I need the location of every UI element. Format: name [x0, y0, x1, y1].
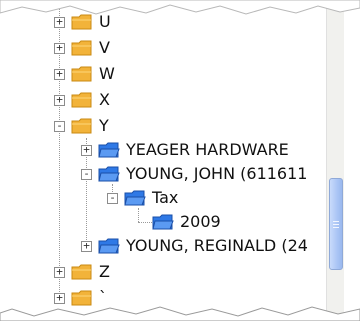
blue-folder-icon [152, 214, 174, 230]
tree-item-label: Tax [152, 188, 179, 207]
tree-item-label: X [99, 90, 110, 109]
tree-item-label: 2009 [180, 212, 221, 231]
tree-item-label: YOUNG, JOHN (611611 [126, 164, 308, 183]
grip-line [333, 227, 339, 228]
tree-item-label: Y [99, 116, 109, 135]
expand-toggle[interactable]: + [54, 292, 65, 304]
blue-folder-icon [98, 238, 120, 254]
tree-item-young-john[interactable]: - YOUNG, JOHN (611611 [81, 162, 307, 186]
tree-item-yeager-hardware[interactable]: + YEAGER HARDWARE [81, 138, 289, 162]
tree-item-label: V [99, 38, 110, 57]
tree-guide-line [138, 222, 152, 223]
yellow-folder-icon [71, 264, 92, 280]
scrollbar-thumb[interactable] [329, 178, 343, 270]
tree-item-tax[interactable]: - Tax [107, 186, 178, 210]
folder-tree: + U + V + W + X - Y + YEAGER HARDWARE - … [16, 0, 326, 321]
tree-item-label: U [99, 12, 111, 31]
tree-guide-line [138, 208, 139, 222]
tree-item-2009[interactable]: 2009 [152, 210, 221, 234]
tree-item-x[interactable]: + X [54, 88, 110, 112]
tree-item-label: Z [99, 262, 110, 281]
tree-item-label: YEAGER HARDWARE [126, 140, 289, 159]
grip-line [333, 224, 339, 225]
tree-item-u[interactable]: + U [54, 10, 111, 34]
expand-toggle[interactable]: + [54, 266, 65, 278]
tree-panel: + U + V + W + X - Y + YEAGER HARDWARE - … [16, 0, 344, 321]
expand-toggle[interactable]: + [81, 240, 92, 252]
grip-line [333, 221, 339, 222]
tree-item-label: ` [99, 288, 107, 307]
collapse-toggle[interactable]: - [107, 192, 118, 204]
expand-toggle[interactable]: + [81, 144, 92, 156]
yellow-folder-icon [71, 66, 92, 82]
tree-item-w[interactable]: + W [54, 62, 115, 86]
expand-toggle[interactable]: + [54, 42, 65, 54]
tree-item-label: YOUNG, REGINALD (24 [126, 236, 308, 255]
vertical-scrollbar[interactable] [326, 0, 344, 321]
yellow-folder-icon [71, 118, 92, 134]
blue-folder-icon [98, 166, 120, 182]
tree-item-backtick[interactable]: + ` [54, 286, 107, 310]
tree-item-v[interactable]: + V [54, 36, 110, 60]
yellow-folder-icon [71, 40, 92, 56]
collapse-toggle[interactable]: - [54, 120, 65, 132]
tree-item-z[interactable]: + Z [54, 260, 110, 284]
yellow-folder-icon [71, 290, 92, 306]
expand-toggle[interactable]: + [54, 94, 65, 106]
blue-folder-icon [98, 142, 120, 158]
yellow-folder-icon [71, 92, 92, 108]
tree-item-y[interactable]: - Y [54, 114, 109, 138]
yellow-folder-icon [71, 14, 92, 30]
tree-item-label: W [99, 64, 115, 83]
blue-folder-icon [124, 190, 146, 206]
collapse-toggle[interactable]: - [81, 168, 92, 180]
expand-toggle[interactable]: + [54, 16, 65, 28]
expand-toggle[interactable]: + [54, 68, 65, 80]
tree-item-young-reginald[interactable]: + YOUNG, REGINALD (24 [81, 234, 308, 258]
